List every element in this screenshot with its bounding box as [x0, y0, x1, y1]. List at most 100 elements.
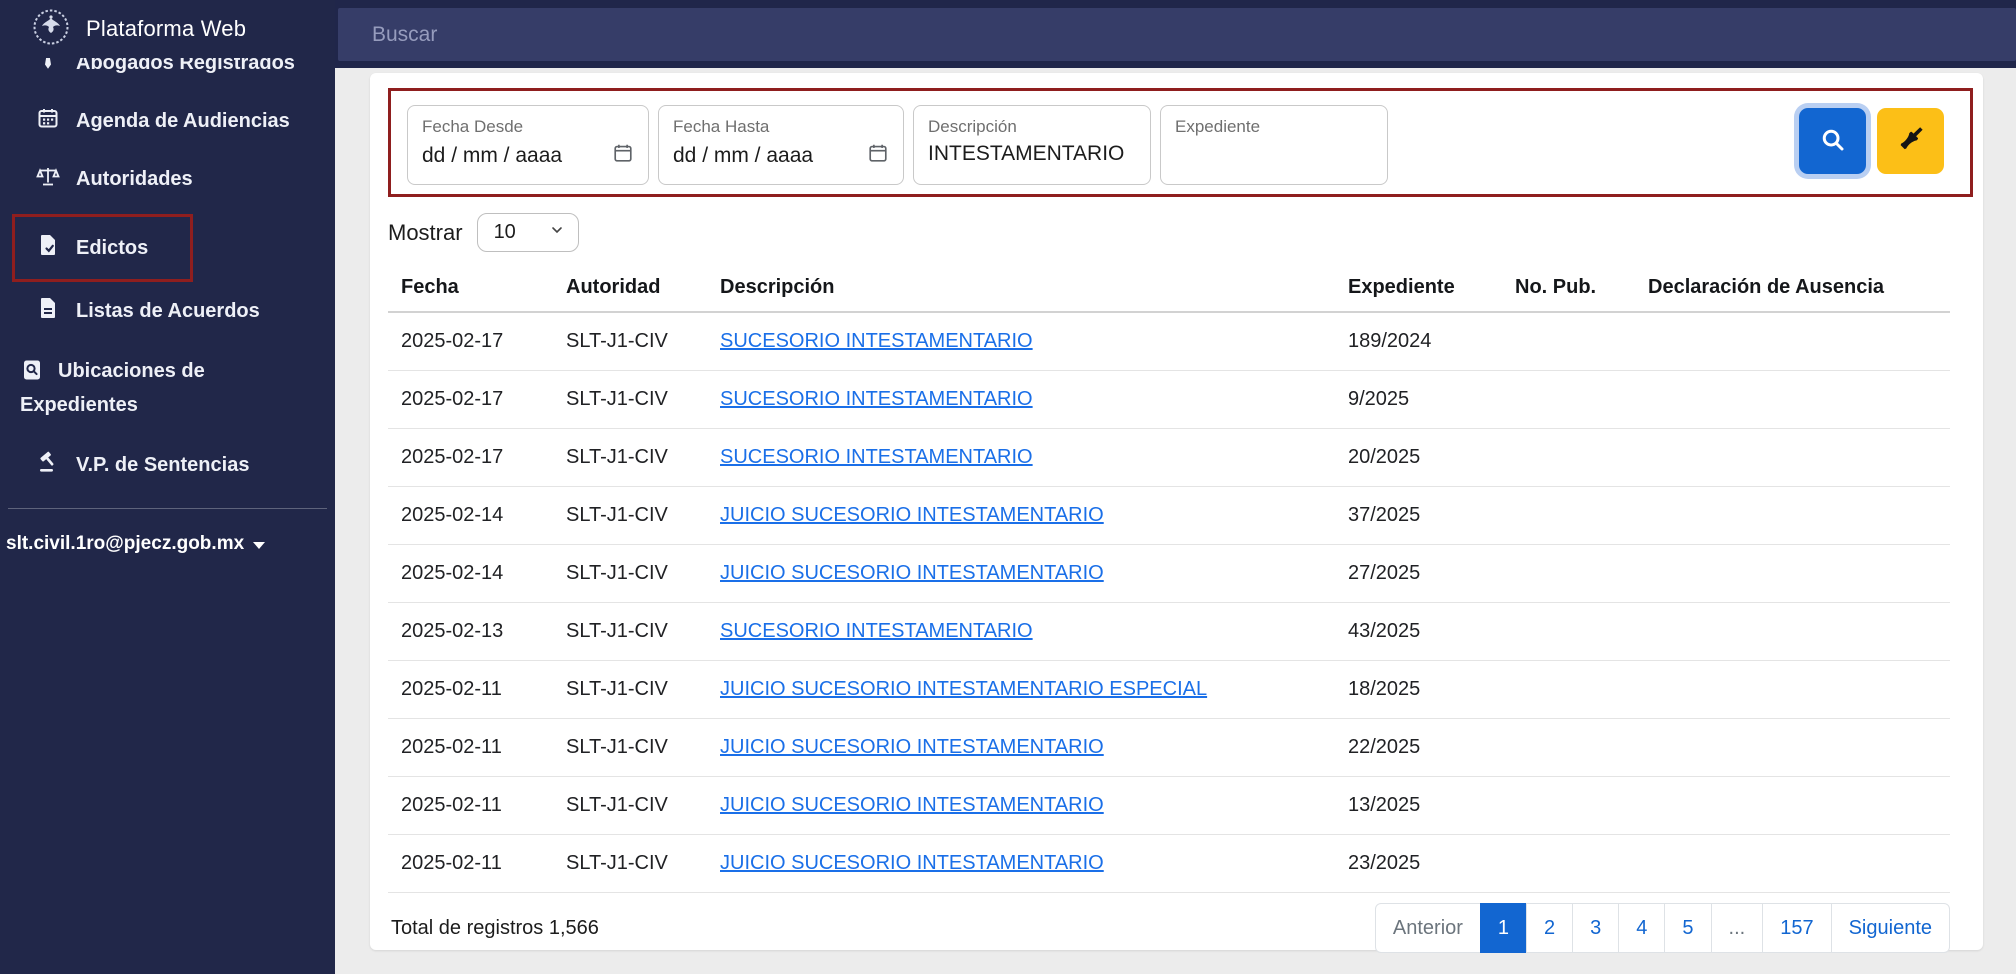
col-header-expediente: Expediente: [1335, 264, 1502, 313]
fecha-cell: 2025-02-13: [388, 602, 553, 661]
sidebar-item-label: Agenda de Audiencias: [76, 109, 290, 132]
sidebar-item-autoridades[interactable]: Autoridades: [0, 150, 335, 208]
autoridad-cell: SLT-J1-CIV: [553, 370, 707, 429]
edictos-table-body: 2025-02-17 SLT-J1-CIV SUCESORIO INTESTAMEN…: [388, 312, 1950, 893]
edicto-link[interactable]: JUICIO SUCESORIO INTESTAMENTARIO: [720, 562, 1104, 584]
judicial-seal-icon: [32, 8, 70, 51]
edicto-link[interactable]: SUCESORIO INTESTAMENTARIO: [720, 330, 1033, 352]
page-157[interactable]: 157: [1762, 903, 1832, 953]
table-row: 2025-02-11 SLT-J1-CIV JUICIO SUCESORIO INT…: [388, 776, 1950, 835]
sidebar-item-agenda-de-audiencias[interactable]: Agenda de Audiencias: [0, 92, 335, 150]
global-search-input[interactable]: [338, 8, 2016, 61]
no-pub-cell: [1502, 602, 1635, 661]
expediente-cell: 37/2025: [1335, 486, 1502, 545]
calendar-icon[interactable]: [867, 142, 889, 169]
sidebar-item-ubicaciones-de-expedientes[interactable]: Ubicaciones de Expedientes: [0, 340, 310, 436]
field-label: Fecha Desde: [422, 117, 524, 136]
page-anterior: Anterior: [1374, 903, 1481, 953]
pagination: Anterior 1 2 3 4 5... 157 Siguiente: [1374, 903, 1950, 953]
edicto-link[interactable]: JUICIO SUCESORIO INTESTAMENTARIO: [720, 794, 1104, 816]
search-button[interactable]: [1799, 108, 1866, 174]
app-title: Plataforma Web: [86, 16, 247, 41]
no-pub-cell: [1502, 834, 1635, 893]
expediente-cell: 23/2025: [1335, 834, 1502, 893]
edicto-link[interactable]: SUCESORIO INTESTAMENTARIO: [720, 620, 1033, 642]
expediente-cell: 27/2025: [1335, 544, 1502, 603]
edicto-link[interactable]: JUICIO SUCESORIO INTESTAMENTARIO ESPECIA…: [720, 678, 1207, 700]
page-siguiente[interactable]: Siguiente: [1830, 903, 1950, 953]
expediente-cell: 43/2025: [1335, 602, 1502, 661]
autoridad-cell: SLT-J1-CIV: [553, 718, 707, 777]
edicto-link[interactable]: SUCESORIO INTESTAMENTARIO: [720, 388, 1033, 410]
field-value: dd / mm / aaaa: [422, 143, 563, 167]
brand: Plataforma Web: [0, 0, 335, 58]
field-label: Fecha Hasta: [673, 117, 770, 136]
fecha-cell: 2025-02-17: [388, 370, 553, 429]
page-4[interactable]: 4: [1618, 903, 1666, 953]
no-pub-cell: [1502, 660, 1635, 719]
edicto-link[interactable]: JUICIO SUCESORIO INTESTAMENTARIO: [720, 852, 1104, 874]
search-doc-icon: [20, 360, 58, 382]
expediente-cell: 22/2025: [1335, 718, 1502, 777]
table-row: 2025-02-17 SLT-J1-CIV SUCESORIO INTESTAMEN…: [388, 312, 1950, 371]
no-pub-cell: [1502, 370, 1635, 429]
col-header-descripcion: Descripción: [707, 264, 1335, 313]
expediente-cell: 189/2024: [1335, 312, 1502, 371]
sidebar-item-listas-de-acuerdos[interactable]: Listas de Acuerdos: [0, 282, 335, 340]
user-email: slt.civil.1ro@pjecz.gob.mx: [6, 533, 245, 554]
expediente-field[interactable]: Expediente: [1160, 105, 1388, 185]
col-header-autoridad: Autoridad: [553, 264, 707, 313]
declaracion-cell: [1635, 486, 1950, 545]
calendar-icon: [36, 106, 60, 136]
page-2[interactable]: 2: [1526, 903, 1574, 953]
fecha-cell: 2025-02-11: [388, 776, 553, 835]
declaracion-cell: [1635, 312, 1950, 371]
col-header-no-pub: No. Pub.: [1502, 264, 1635, 313]
autoridad-cell: SLT-J1-CIV: [553, 544, 707, 603]
autoridad-cell: SLT-J1-CIV: [553, 602, 707, 661]
calendar-icon[interactable]: [612, 142, 634, 169]
edicto-link[interactable]: JUICIO SUCESORIO INTESTAMENTARIO: [720, 736, 1104, 758]
fecha-desde-field[interactable]: Fecha Desde dd / mm / aaaa: [407, 105, 649, 185]
table-row: 2025-02-11 SLT-J1-CIV JUICIO SUCESORIO INT…: [388, 660, 1950, 719]
total-records-label: Total de registros 1,566: [391, 916, 599, 939]
page-size-select[interactable]: 10: [476, 213, 579, 252]
table-row: 2025-02-11 SLT-J1-CIV JUICIO SUCESORIO INT…: [388, 718, 1950, 777]
fecha-cell: 2025-02-17: [388, 312, 553, 371]
field-value: INTESTAMENTARIO: [928, 142, 1125, 166]
declaracion-cell: [1635, 544, 1950, 603]
fecha-cell: 2025-02-11: [388, 834, 553, 893]
user-dropdown[interactable]: slt.civil.1ro@pjecz.gob.mx: [0, 509, 335, 555]
page-size-value: 10: [493, 221, 516, 243]
clear-filters-button[interactable]: [1877, 108, 1944, 174]
table-row: 2025-02-11 SLT-J1-CIV JUICIO SUCESORIO INT…: [388, 834, 1950, 893]
fecha-hasta-field[interactable]: Fecha Hasta dd / mm / aaaa: [658, 105, 904, 185]
mostrar-label: Mostrar: [388, 219, 463, 245]
field-label: Descripción: [928, 117, 1017, 136]
descripcion-cell: JUICIO SUCESORIO INTESTAMENTARIO: [707, 544, 1335, 603]
descripcion-field[interactable]: Descripción INTESTAMENTARIO: [913, 105, 1151, 185]
autoridad-cell: SLT-J1-CIV: [553, 834, 707, 893]
filters-highlight-box: Fecha Desde dd / mm / aaaa Fecha Hasta d…: [388, 88, 1973, 197]
fecha-cell: 2025-02-14: [388, 486, 553, 545]
autoridad-cell: SLT-J1-CIV: [553, 312, 707, 371]
edicto-link[interactable]: JUICIO SUCESORIO INTESTAMENTARIO: [720, 504, 1104, 526]
no-pub-cell: [1502, 428, 1635, 487]
page-1[interactable]: 1: [1479, 903, 1528, 953]
sidebar-item-vp-de-sentencias[interactable]: V.P. de Sentencias: [0, 436, 335, 494]
field-label: Expediente: [1175, 117, 1261, 136]
declaracion-cell: [1635, 776, 1950, 835]
declaracion-cell: [1635, 428, 1950, 487]
descripcion-cell: SUCESORIO INTESTAMENTARIO: [707, 428, 1335, 487]
gavel-icon: [36, 450, 60, 480]
broom-icon: [1896, 125, 1926, 158]
fecha-cell: 2025-02-17: [388, 428, 553, 487]
page-dotdotdot: ...: [1710, 903, 1764, 953]
declaracion-cell: [1635, 602, 1950, 661]
sidebar-item-edictos[interactable]: Edictos: [15, 217, 190, 279]
page-5[interactable]: 5: [1664, 903, 1712, 953]
edicto-link[interactable]: SUCESORIO INTESTAMENTARIO: [720, 446, 1033, 468]
page-3[interactable]: 3: [1572, 903, 1620, 953]
expediente-cell: 9/2025: [1335, 370, 1502, 429]
table-row: 2025-02-17 SLT-J1-CIV SUCESORIO INTESTAMEN…: [388, 428, 1950, 487]
